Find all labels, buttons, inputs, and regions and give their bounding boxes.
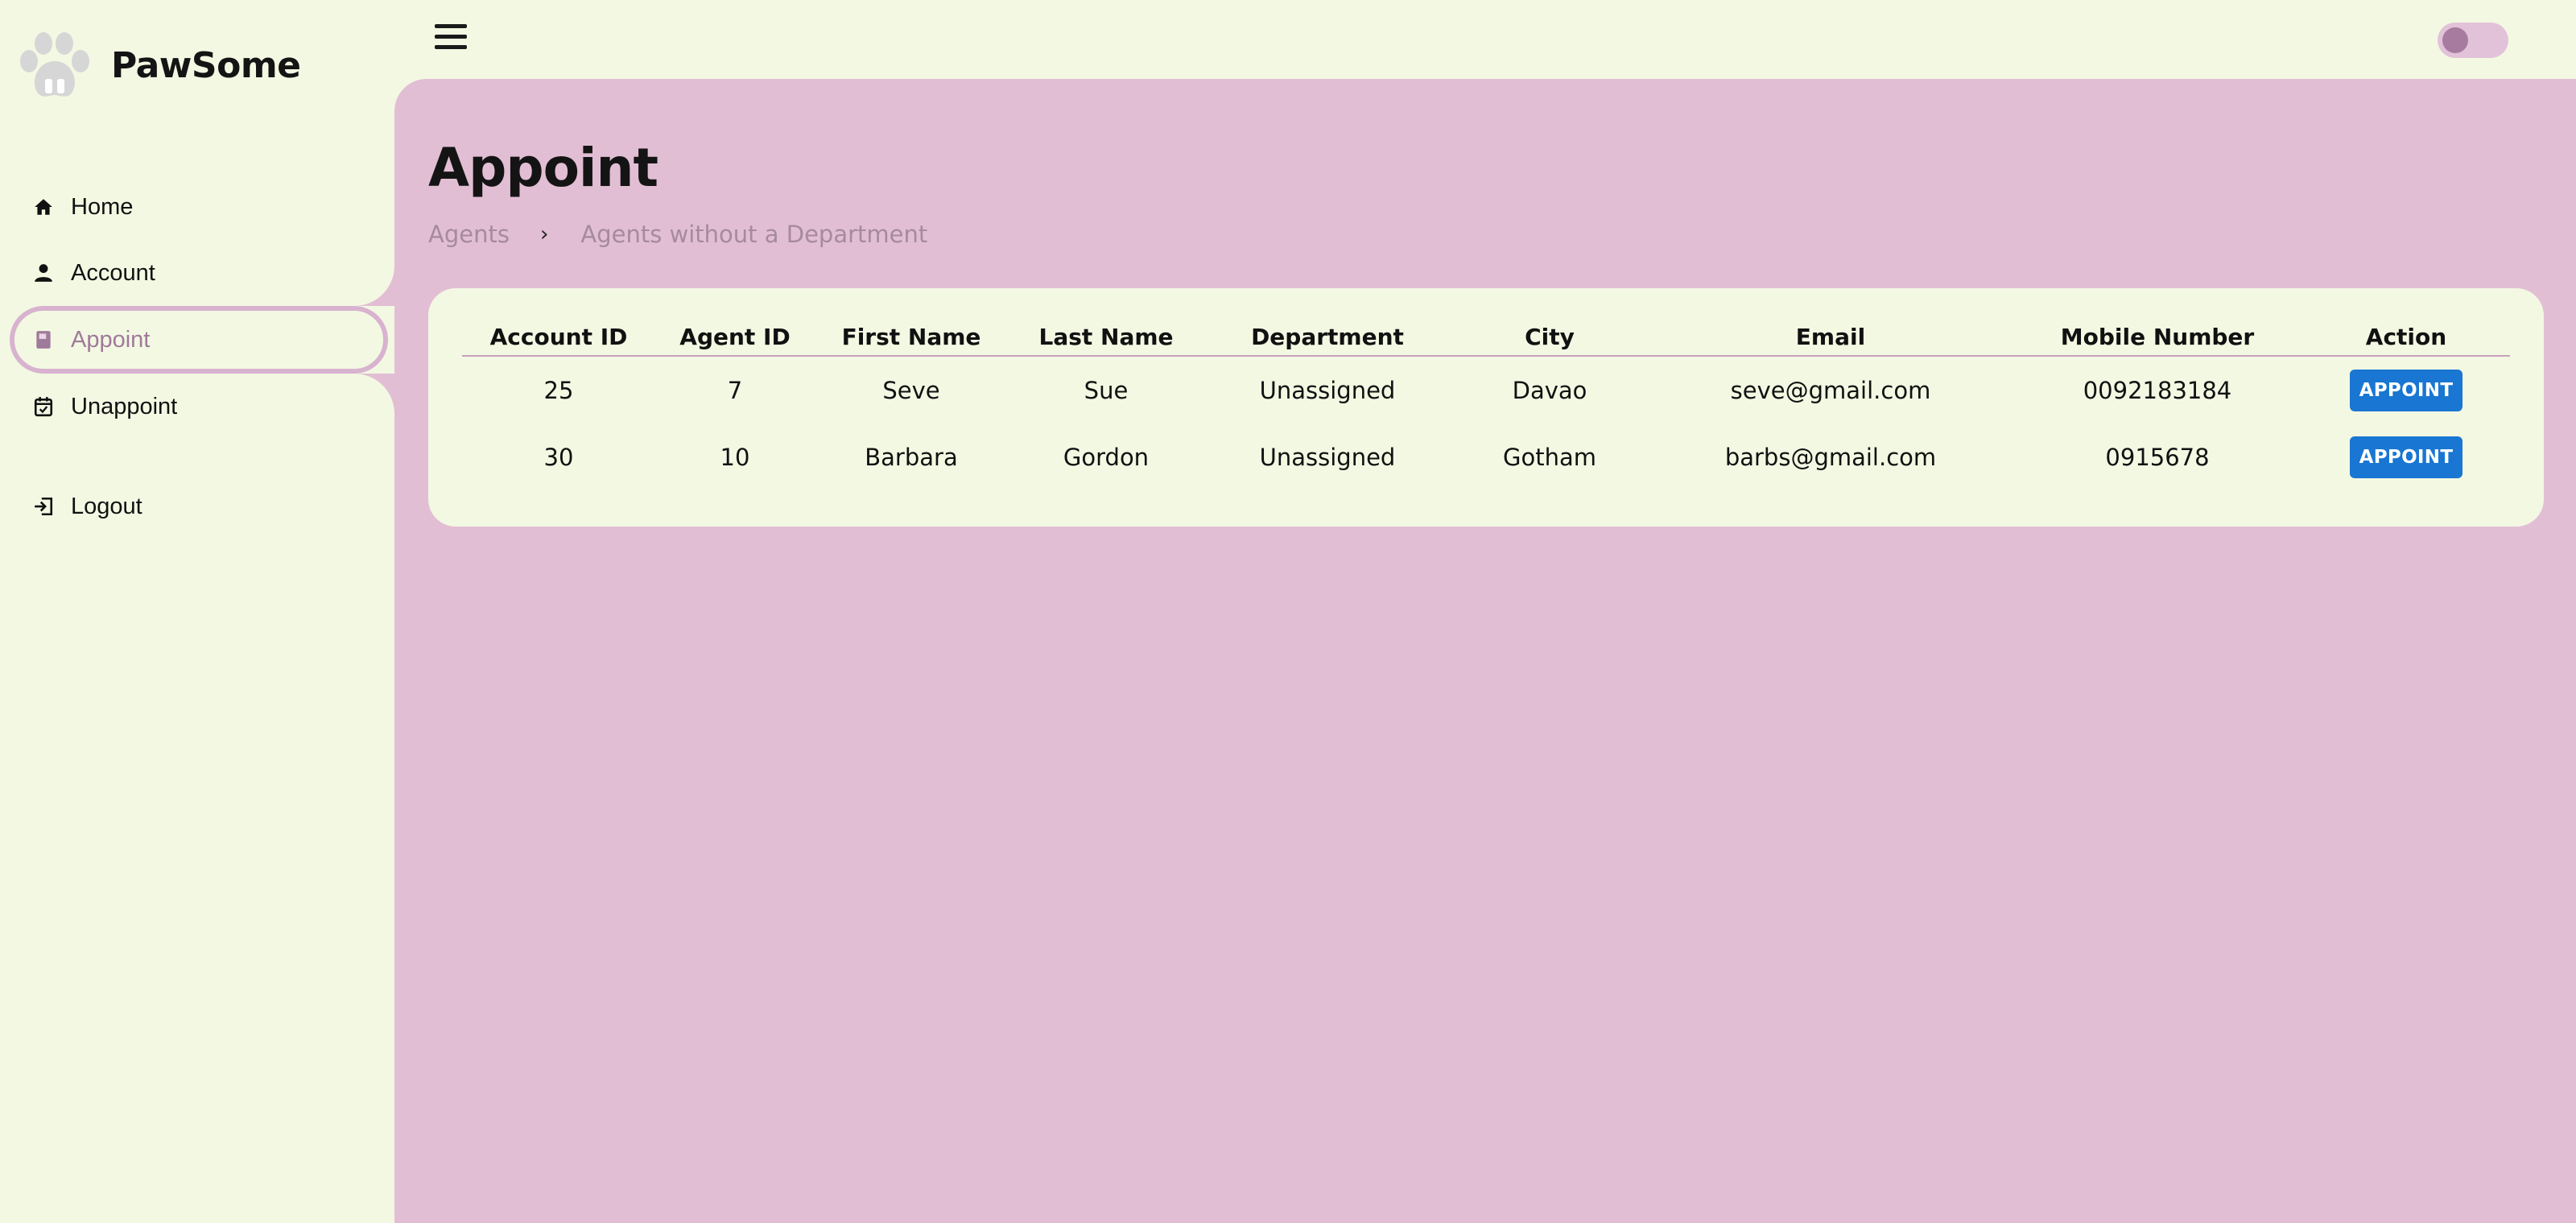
cell-agent-id: 7 (727, 376, 743, 404)
cell-email: seve@gmail.com (1730, 376, 1931, 404)
page-title: Appoint (428, 137, 658, 199)
breadcrumb-agents[interactable]: Agents (428, 221, 510, 248)
column-header: Last Name (1008, 319, 1204, 357)
table-row: 25 7 Seve Sue Unassigned Davao seve@gmai… (462, 356, 2510, 424)
cell-account-id: 30 (543, 444, 574, 471)
calendar-icon (32, 395, 55, 418)
cell-department: Unassigned (1259, 376, 1396, 404)
person-icon (32, 262, 55, 284)
cell-last-name: Sue (1084, 376, 1129, 404)
logout-icon (32, 495, 55, 518)
column-header: First Name (815, 319, 1008, 357)
cell-mobile: 0092183184 (2083, 376, 2232, 404)
appoint-button[interactable]: APPOINT (2349, 436, 2463, 478)
app-root: PawSome Home Account Appoint Unappoint L… (0, 0, 2576, 1223)
main-content: Appoint Agents › Agents without a Depart… (394, 79, 2576, 1223)
appoint-button[interactable]: APPOINT (2349, 369, 2463, 411)
cell-email: barbs@gmail.com (1724, 444, 1937, 471)
theme-toggle[interactable] (2438, 23, 2508, 58)
sidebar-item-label: Account (71, 259, 155, 286)
column-header: Agent ID (655, 319, 815, 357)
column-header: Mobile Number (2013, 319, 2302, 357)
sidebar-item-home[interactable]: Home (0, 174, 394, 240)
cell-department: Unassigned (1259, 444, 1396, 471)
sidebar-item-unappoint[interactable]: Unappoint (0, 374, 394, 440)
hamburger-icon[interactable] (435, 24, 467, 52)
cell-action: APPOINT (2302, 424, 2510, 491)
sidebar: PawSome Home Account Appoint Unappoint L… (0, 0, 394, 1223)
home-icon (32, 196, 55, 218)
sidebar-item-label: Home (71, 193, 134, 220)
column-header: City (1451, 319, 1649, 357)
sidebar-item-label: Logout (71, 493, 142, 519)
chevron-right-icon: › (539, 222, 549, 246)
cell-action: APPOINT (2302, 356, 2510, 424)
sidebar-item-label: Appoint (71, 326, 151, 353)
table-header-row: Account ID Agent ID First Name Last Name… (462, 319, 2510, 357)
agents-table-card: Account ID Agent ID First Name Last Name… (428, 288, 2544, 527)
sidebar-nav: Home Account Appoint Unappoint Logout (0, 174, 394, 539)
active-tab-curve-bottom (354, 374, 394, 414)
agents-table: Account ID Agent ID First Name Last Name… (462, 319, 2510, 491)
sidebar-item-appoint[interactable]: Appoint (10, 306, 388, 374)
topbar (394, 0, 2576, 79)
cell-agent-id: 10 (720, 444, 750, 471)
cell-last-name: Gordon (1063, 444, 1150, 471)
column-header: Account ID (462, 319, 655, 357)
cell-account-id: 25 (543, 376, 574, 404)
toggle-knob (2442, 27, 2468, 53)
cell-first-name: Seve (882, 376, 940, 404)
sidebar-item-account[interactable]: Account (0, 240, 394, 306)
cell-city: Davao (1512, 376, 1587, 404)
column-header: Email (1649, 319, 2013, 357)
breadcrumb: Agents › Agents without a Department (428, 221, 927, 248)
book-icon (32, 328, 55, 351)
cell-city: Gotham (1503, 444, 1596, 471)
breadcrumb-current: Agents without a Department (580, 221, 928, 248)
cell-first-name: Barbara (865, 444, 958, 471)
sidebar-item-logout[interactable]: Logout (0, 473, 394, 539)
cell-mobile: 0915678 (2105, 444, 2210, 471)
sidebar-item-label: Unappoint (71, 393, 178, 419)
column-header: Department (1204, 319, 1451, 357)
paw-icon (16, 31, 93, 100)
active-tab-curve-top (354, 266, 394, 306)
brand[interactable]: PawSome (16, 29, 301, 101)
column-header: Action (2302, 319, 2510, 357)
table-row: 30 10 Barbara Gordon Unassigned Gotham b… (462, 424, 2510, 491)
brand-name: PawSome (111, 44, 301, 86)
